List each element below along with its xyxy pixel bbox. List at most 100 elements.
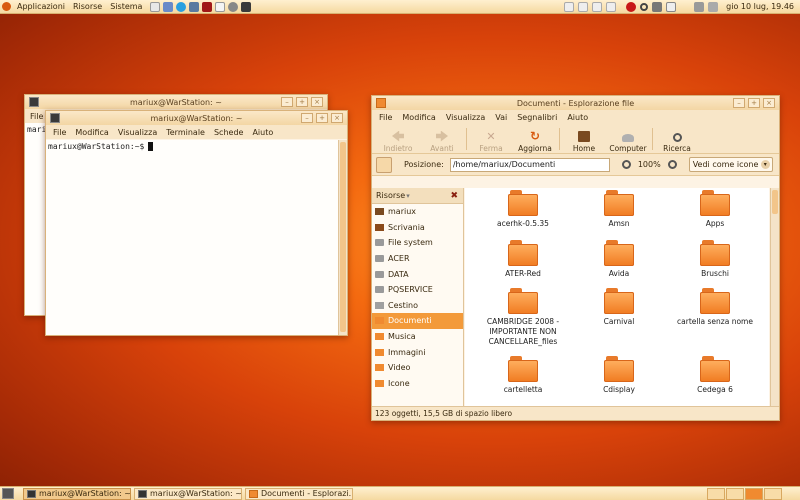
- menu-sistema[interactable]: Sistema: [106, 0, 146, 14]
- file-item[interactable]: CAMBRIDGE 2008 - IMPORTANTE NON CANCELLA…: [475, 288, 571, 347]
- clock[interactable]: gio 10 lug, 19.46: [722, 2, 798, 11]
- menu-risorse[interactable]: Risorse: [69, 0, 106, 14]
- menu-modifica[interactable]: Modifica: [402, 113, 435, 122]
- chevron-down-icon[interactable]: ▾: [406, 192, 410, 200]
- sidebar-item-mariux[interactable]: mariux: [372, 204, 463, 220]
- file-view-scrollbar[interactable]: [770, 188, 779, 406]
- close-button[interactable]: ×: [311, 97, 323, 107]
- sidebar-item-immagini[interactable]: Immagini: [372, 344, 463, 360]
- calculator-icon[interactable]: [666, 1, 677, 12]
- menu-segnalibri[interactable]: Segnalibri: [517, 113, 557, 122]
- sidebar-item-acer[interactable]: ACER: [372, 251, 463, 267]
- terminal-scrollbar[interactable]: [338, 140, 347, 335]
- sidebar-item-data[interactable]: DATA: [372, 266, 463, 282]
- search-button[interactable]: Ricerca: [655, 125, 699, 153]
- file-item[interactable]: acerhk-0.5.35: [475, 190, 571, 229]
- sidebar-item-video[interactable]: Video: [372, 360, 463, 376]
- file-item[interactable]: Cedega 6: [667, 356, 763, 395]
- sidebar-item-musica[interactable]: Musica: [372, 329, 463, 345]
- file-item[interactable]: cartella senza nome: [667, 288, 763, 327]
- zoom-level[interactable]: 100%: [638, 160, 661, 169]
- menu-file[interactable]: File: [53, 128, 66, 137]
- close-button[interactable]: ×: [763, 98, 775, 108]
- close-button[interactable]: ×: [331, 113, 343, 123]
- workspace-switcher[interactable]: [707, 487, 782, 500]
- window-list-icon[interactable]: [592, 1, 603, 12]
- sidebar-item-file-system[interactable]: File system: [372, 235, 463, 251]
- file-view[interactable]: acerhk-0.5.35 Amsn Apps ATER-Red Avida Brusch…: [465, 188, 769, 406]
- menu-file[interactable]: File: [379, 113, 392, 122]
- window-list-icon[interactable]: [578, 1, 589, 12]
- maximize-button[interactable]: +: [316, 113, 328, 123]
- settings-icon[interactable]: [228, 1, 239, 12]
- titlebar[interactable]: mariux@WarStation: ~ – + ×: [46, 111, 347, 125]
- ubuntu-logo-icon[interactable]: [2, 2, 11, 11]
- text-editor-icon[interactable]: [150, 1, 161, 12]
- window-list-icon[interactable]: [564, 1, 575, 12]
- file-item[interactable]: ATER-Red: [475, 240, 571, 279]
- network-status-icon[interactable]: [708, 1, 719, 12]
- minimize-button[interactable]: –: [733, 98, 745, 108]
- taskbar-button[interactable]: mariux@WarStation: ~: [134, 487, 242, 500]
- reload-button[interactable]: ↻ Aggiorna: [513, 125, 557, 153]
- back-button[interactable]: Indietro: [376, 125, 420, 153]
- taskbar-button[interactable]: Documenti - Esplorazi...: [245, 487, 353, 500]
- view-mode-select[interactable]: Vedi come icone ▾: [688, 157, 773, 172]
- volume-icon[interactable]: [694, 1, 705, 12]
- menu-visualizza[interactable]: Visualizza: [118, 128, 157, 137]
- menu-schede[interactable]: Schede: [214, 128, 243, 137]
- menu-aiuto[interactable]: Aiuto: [567, 113, 588, 122]
- menu-aiuto[interactable]: Aiuto: [252, 128, 273, 137]
- forward-button[interactable]: Avanti: [420, 125, 464, 153]
- location-input[interactable]: [449, 157, 610, 172]
- titlebar[interactable]: mariux@WarStation: ~ – + ×: [25, 95, 327, 109]
- workspace-1[interactable]: [707, 487, 725, 500]
- document-icon[interactable]: [215, 1, 226, 12]
- sidebar-item-cestino[interactable]: Cestino: [372, 298, 463, 314]
- skype-icon[interactable]: [176, 1, 187, 12]
- file-item[interactable]: Apps: [667, 190, 763, 229]
- sidebar-header[interactable]: Risorse ▾ ✖: [372, 188, 463, 204]
- titlebar[interactable]: Documenti - Esplorazione file – + ×: [372, 96, 779, 110]
- minimize-button[interactable]: –: [281, 97, 293, 107]
- maximize-button[interactable]: +: [296, 97, 308, 107]
- menu-modifica[interactable]: Modifica: [75, 128, 108, 137]
- home-button[interactable]: Home: [562, 125, 606, 153]
- terminal-area[interactable]: mariux@WarStation:~$: [46, 140, 338, 335]
- sidebar-item-pqservice[interactable]: PQSERVICE: [372, 282, 463, 298]
- file-item[interactable]: Bruschi: [667, 240, 763, 279]
- toggle-location-icon[interactable]: [376, 156, 392, 173]
- media-icon[interactable]: [241, 1, 252, 12]
- workspace-2[interactable]: [726, 487, 744, 500]
- sidebar-item-icone[interactable]: Icone: [372, 376, 463, 392]
- scrollbar-thumb[interactable]: [340, 142, 346, 332]
- file-item[interactable]: Cdisplay: [571, 356, 667, 395]
- file-item[interactable]: Avida: [571, 240, 667, 279]
- workspace-3[interactable]: [745, 487, 763, 500]
- power-icon[interactable]: [652, 1, 663, 12]
- network-icon[interactable]: [189, 1, 200, 12]
- workspace-4[interactable]: [764, 487, 782, 500]
- close-sidebar-icon[interactable]: ✖: [450, 191, 458, 201]
- menu-applicazioni[interactable]: Applicazioni: [13, 0, 69, 14]
- file-item[interactable]: cartelletta: [475, 356, 571, 395]
- stop-button[interactable]: ✕ Ferma: [469, 125, 513, 153]
- menu-visualizza[interactable]: Visualizza: [446, 113, 485, 122]
- terminal-window-front[interactable]: mariux@WarStation: ~ – + × File Modifica…: [45, 110, 348, 336]
- file-item[interactable]: Carnival: [571, 288, 667, 327]
- window-list-icon[interactable]: [606, 1, 617, 12]
- scrollbar-thumb[interactable]: [772, 190, 778, 214]
- menu-vai[interactable]: Vai: [495, 113, 507, 122]
- show-desktop-icon[interactable]: [2, 488, 14, 499]
- file-item[interactable]: Amsn: [571, 190, 667, 229]
- menu-terminale[interactable]: Terminale: [166, 128, 205, 137]
- sidebar-item-scrivania[interactable]: Scrivania: [372, 220, 463, 236]
- file-manager-window[interactable]: Documenti - Esplorazione file – + × File…: [371, 95, 780, 421]
- zoom-out-icon[interactable]: [621, 160, 631, 169]
- taskbar-button[interactable]: mariux@WarStation: ~: [23, 487, 131, 500]
- mail-icon[interactable]: [163, 1, 174, 12]
- zoom-in-icon[interactable]: [667, 160, 677, 169]
- maximize-button[interactable]: +: [748, 98, 760, 108]
- menu-file[interactable]: File: [30, 112, 43, 121]
- terminal-icon[interactable]: [202, 1, 213, 12]
